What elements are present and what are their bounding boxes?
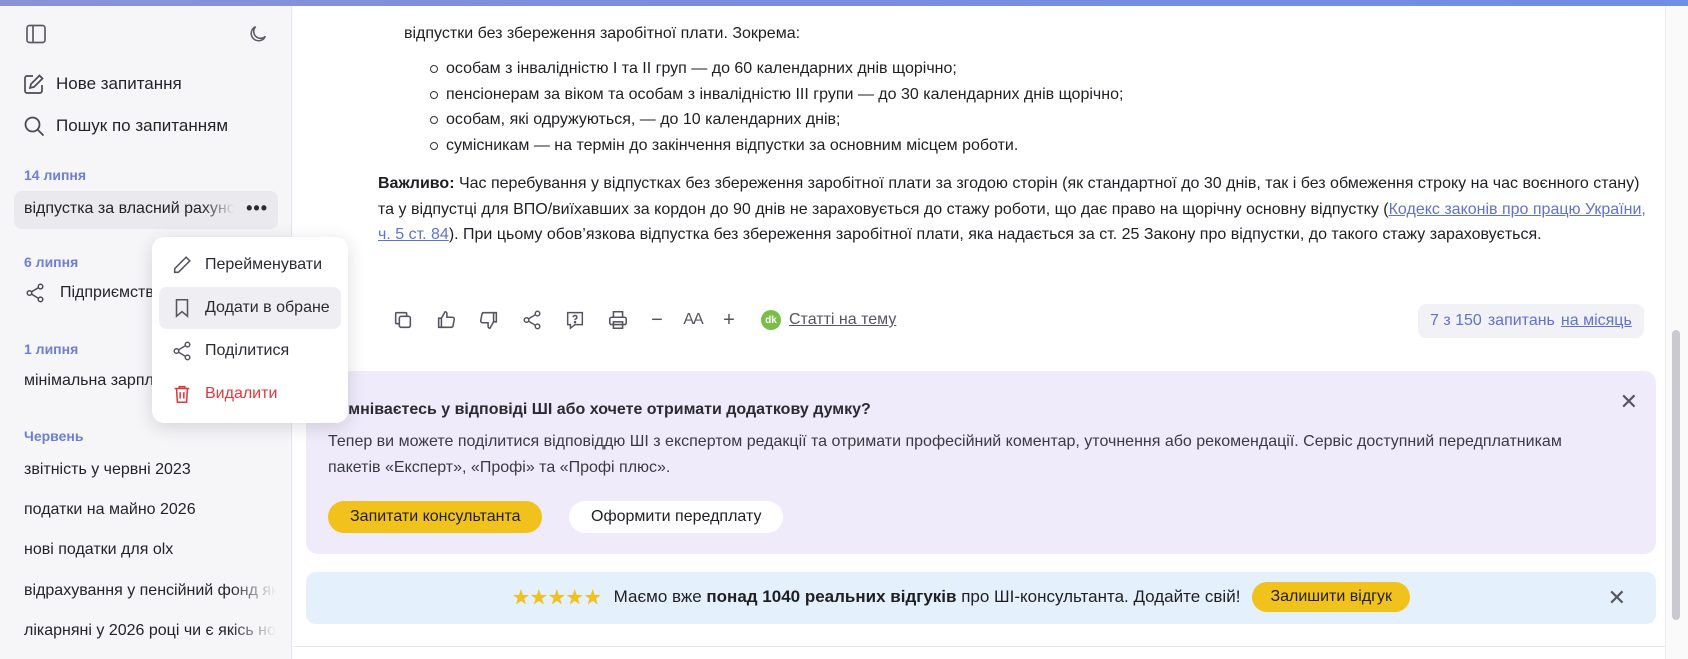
related-articles-label: Статті на тему [789, 311, 897, 328]
review-text-after: про ШІ-консультанта. Додайте свій! [956, 587, 1241, 606]
thumbs-up-icon[interactable] [424, 304, 467, 336]
rename-label: Перейменувати [205, 256, 322, 273]
new-request-button[interactable]: Нове запитання [22, 72, 182, 96]
answer-bullet-list: особам з інвалідністю I та II груп — до … [428, 56, 1123, 158]
important-tail: ). При цьому обов’язкова відпустка без з… [448, 226, 1542, 243]
trash-icon [174, 385, 190, 404]
list-item: сумісникам — на термін до закінчення від… [428, 133, 1123, 159]
share-icon[interactable] [510, 304, 553, 336]
review-text: Маємо вже понад 1040 реальних відгуків п… [614, 587, 1241, 607]
copy-icon[interactable] [381, 304, 424, 336]
related-articles-link[interactable]: dk Статті на тему [761, 310, 896, 330]
font-increase-icon[interactable]: + [711, 304, 747, 336]
share-icon [26, 283, 44, 303]
answer-top-line: відпустки без збереження заробітної плат… [404, 25, 801, 42]
group-label-jul1: 1 липня [24, 341, 79, 357]
print-icon[interactable] [596, 304, 639, 336]
moon-icon[interactable] [244, 20, 272, 48]
context-menu: Перейменувати Додати в обране Поділитися… [152, 237, 348, 423]
group-label-jul6: 6 липня [24, 254, 79, 270]
history-item[interactable]: відрахування у пенсійний фонд як [24, 582, 276, 600]
share-label: Поділитися [205, 342, 290, 359]
font-decrease-icon[interactable]: − [639, 304, 675, 336]
scrollbar-thumb[interactable] [1672, 330, 1680, 620]
expert-banner-description: Тепер ви можете поділитися відповіддю ШІ… [328, 433, 1562, 476]
dk-logo-icon: dk [761, 310, 781, 330]
rename-menu-item[interactable]: Перейменувати [159, 244, 341, 286]
delete-label: Видалити [205, 385, 278, 402]
add-favorite-label: Додати в обране [205, 299, 330, 316]
history-item-active[interactable]: відпустка за власний рахунок ••• [14, 191, 278, 229]
font-size-icon[interactable]: AA [675, 304, 711, 336]
important-label: Важливо: [378, 175, 455, 192]
history-item[interactable]: нові податки для olx [24, 541, 276, 559]
history-item-label: відпустка за власний рахунок [24, 200, 234, 217]
review-text-before: Маємо вже [613, 587, 707, 606]
list-item: особам, які одружуються, — до 10 календа… [428, 107, 1123, 133]
help-icon[interactable] [553, 304, 596, 336]
close-icon[interactable]: ✕ [1620, 389, 1638, 415]
search-requests-label: Пошук по запитанням [56, 116, 229, 135]
review-text-bold: понад 1040 реальних відгуків [706, 587, 957, 606]
quota-text: запитань [1487, 312, 1555, 329]
pencil-icon [173, 256, 191, 274]
quota-period-link[interactable]: на місяць [1561, 312, 1632, 330]
share-menu-item[interactable]: Поділитися [159, 330, 341, 372]
new-request-label: Нове запитання [56, 74, 182, 93]
edit-icon [24, 74, 44, 94]
divider [293, 646, 1665, 647]
history-item-label: Підприємство [60, 284, 163, 301]
group-label-june: Червень [24, 428, 84, 444]
important-paragraph: Важливо: Час перебування у відпустках бе… [378, 171, 1648, 248]
request-quota: 7 з 150 запитань на місяць [1418, 304, 1644, 338]
group-label-jul14: 14 липня [24, 167, 87, 183]
sidebar-toggle-icon[interactable] [22, 20, 50, 48]
history-item[interactable]: податки на майно 2026 [24, 501, 276, 519]
review-banner-content: ★★★★★ Маємо вже понад 1040 реальних відг… [512, 582, 1410, 612]
expert-banner-title: Сумніваєтесь у відповіді ШІ або хочете о… [328, 401, 871, 418]
quota-count: 7 з 150 [1430, 312, 1482, 329]
history-item[interactable]: лікарняні у 2026 році чи є якісь но [24, 622, 276, 640]
top-accent-bar [0, 0, 1688, 6]
add-favorite-menu-item[interactable]: Додати в обране [159, 287, 341, 329]
search-icon [24, 116, 45, 137]
search-requests-button[interactable]: Пошук по запитанням [22, 114, 228, 138]
list-item: особам з інвалідністю I та II груп — до … [428, 56, 1123, 82]
answer-toolbar: − AA + dk Статті на тему [381, 304, 896, 336]
ask-consultant-button[interactable]: Запитати консультанта [328, 501, 543, 533]
more-options-icon[interactable]: ••• [246, 199, 268, 217]
stars-icon: ★★★★★ [512, 586, 602, 609]
bookmark-icon [175, 298, 189, 318]
close-icon[interactable]: ✕ [1608, 585, 1626, 611]
share-icon [173, 341, 191, 361]
main-content: відпустки без збереження заробітної плат… [293, 6, 1665, 659]
delete-menu-item[interactable]: Видалити [159, 373, 341, 415]
subscribe-button[interactable]: Оформити передплату [569, 501, 784, 533]
expert-banner: Сумніваєтесь у відповіді ШІ або хочете о… [306, 371, 1656, 554]
review-banner: ★★★★★ Маємо вже понад 1040 реальних відг… [306, 572, 1656, 624]
history-item[interactable]: звітність у червні 2023 [24, 461, 276, 479]
list-item: пенсіонерам за віком та особам з інвалід… [428, 82, 1123, 108]
leave-review-button[interactable]: Залишити відгук [1252, 582, 1410, 612]
thumbs-down-icon[interactable] [467, 304, 510, 336]
